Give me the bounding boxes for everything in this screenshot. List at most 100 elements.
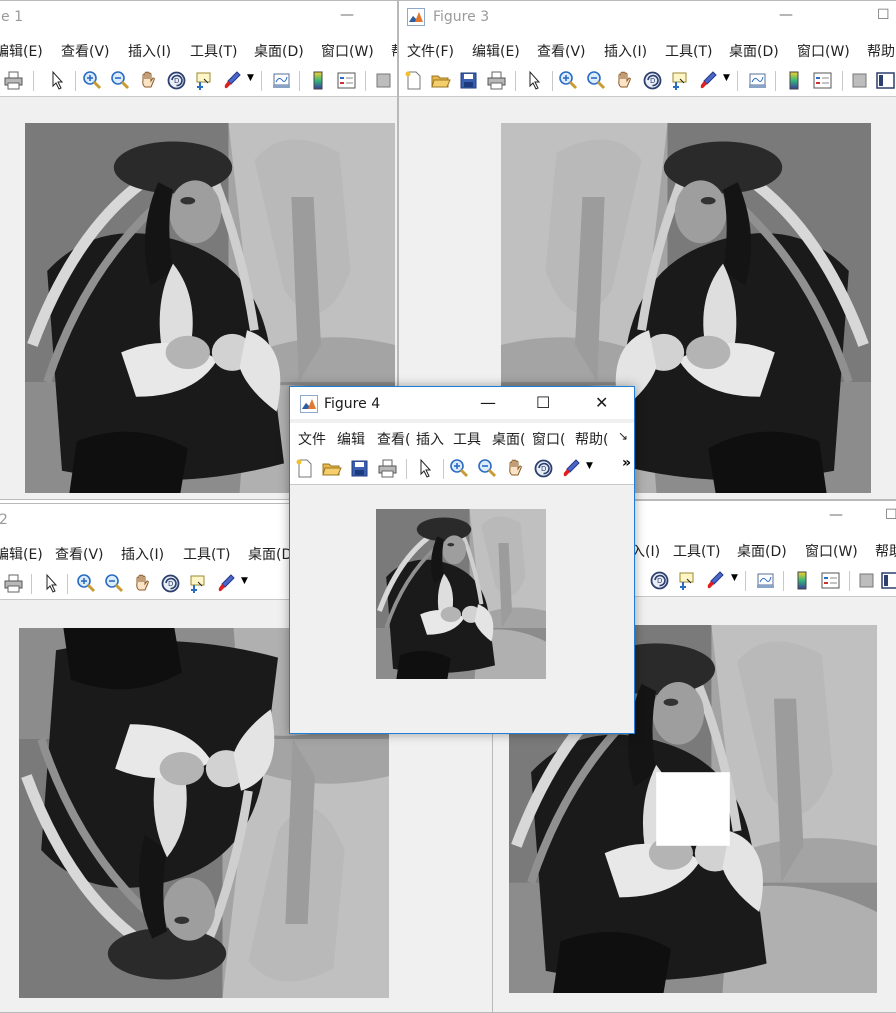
menu-file[interactable]: 文件(F) [407, 41, 454, 61]
open-icon[interactable] [430, 70, 451, 91]
brush-icon[interactable] [698, 70, 719, 91]
menu-view[interactable]: 查看( [377, 429, 410, 449]
menu-tools[interactable]: 工具 [453, 429, 481, 449]
zoom-out-icon[interactable] [477, 458, 498, 479]
save-icon[interactable] [458, 70, 479, 91]
menu-desktop[interactable]: 桌面( [492, 429, 525, 449]
brush-dropdown-icon[interactable]: ▼ [723, 73, 730, 83]
link-icon[interactable] [747, 70, 768, 91]
data-cursor-icon[interactable] [194, 70, 215, 91]
menu-window[interactable]: 窗口( [532, 429, 565, 449]
colorbar-icon[interactable] [792, 570, 813, 591]
maximize-button[interactable]: ☐ [877, 7, 890, 23]
print-icon[interactable] [377, 458, 398, 479]
print-icon[interactable] [486, 70, 507, 91]
pan-icon[interactable] [132, 573, 153, 594]
zoom-in-icon[interactable] [449, 458, 470, 479]
legend-icon[interactable] [820, 570, 841, 591]
zoom-out-icon[interactable] [104, 573, 125, 594]
pointer-icon[interactable] [47, 70, 68, 91]
menu-tools[interactable]: 工具(T) [190, 41, 237, 61]
zoom-out-icon[interactable] [110, 70, 131, 91]
minimize-button[interactable]: — [779, 7, 793, 23]
rotate-3d-icon[interactable] [649, 570, 670, 591]
print-icon[interactable] [3, 573, 24, 594]
hide-plot-tools-icon[interactable] [373, 70, 394, 91]
pointer-icon[interactable] [415, 458, 436, 479]
pointer-icon[interactable] [524, 70, 545, 91]
title-bar[interactable]: Figure 4 — ☐ ✕ [290, 387, 634, 419]
zoom-in-icon[interactable] [76, 573, 97, 594]
menu-edit[interactable]: 编辑(E) [0, 544, 43, 564]
menu-overflow-icon[interactable]: ↘ [618, 429, 628, 443]
menu-tools[interactable]: 工具(T) [665, 41, 712, 61]
menu-insert[interactable]: 插入 [416, 429, 444, 449]
menu-view[interactable]: 查看(V) [55, 544, 104, 564]
close-button[interactable]: ✕ [595, 393, 608, 412]
menu-file[interactable]: 文件 [298, 429, 326, 449]
open-icon[interactable] [321, 458, 342, 479]
menu-insert[interactable]: 插入(I) [128, 41, 171, 61]
data-cursor-icon[interactable] [677, 570, 698, 591]
rotate-3d-icon[interactable] [533, 458, 554, 479]
show-plot-tools-icon[interactable] [880, 570, 896, 591]
menu-help[interactable]: 帮助 [875, 541, 896, 561]
new-figure-icon[interactable] [294, 458, 315, 479]
rotate-3d-icon[interactable] [160, 573, 181, 594]
menu-view[interactable]: 查看(V) [537, 41, 586, 61]
brush-dropdown-icon[interactable]: ▼ [586, 461, 593, 471]
print-icon[interactable] [3, 70, 24, 91]
minimize-button[interactable]: — [340, 7, 354, 23]
maximize-button[interactable]: ☐ [885, 507, 896, 523]
menu-edit[interactable]: 编辑(E) [472, 41, 520, 61]
zoom-in-icon[interactable] [558, 70, 579, 91]
brush-dropdown-icon[interactable]: ▼ [731, 573, 738, 583]
menu-edit[interactable]: 编辑(E) [0, 41, 43, 61]
menu-window[interactable]: 窗口(W) [797, 41, 850, 61]
brush-icon[interactable] [561, 458, 582, 479]
brush-dropdown-icon[interactable]: ▼ [247, 73, 254, 83]
image-axes[interactable] [376, 509, 546, 679]
colorbar-icon[interactable] [308, 70, 329, 91]
title-bar[interactable]: e 1 — [0, 1, 397, 33]
data-cursor-icon[interactable] [670, 70, 691, 91]
menu-insert[interactable]: 插入(I) [121, 544, 164, 564]
menu-window[interactable]: 窗口(W) [805, 541, 858, 561]
show-plot-tools-icon[interactable] [875, 70, 896, 91]
toolbar-overflow-icon[interactable]: » [622, 455, 631, 471]
menu-help[interactable]: 帮助( [575, 429, 608, 449]
menu-tools[interactable]: 工具(T) [183, 544, 230, 564]
menu-view[interactable]: 查看(V) [61, 41, 110, 61]
menu-help[interactable]: 帮助 [867, 41, 895, 61]
menu-insert[interactable]: 插入(I) [604, 41, 647, 61]
minimize-button[interactable]: — [829, 507, 843, 523]
data-cursor-icon[interactable] [188, 573, 209, 594]
pan-icon[interactable] [138, 70, 159, 91]
menu-desktop[interactable]: 桌面(D [248, 544, 292, 564]
colorbar-icon[interactable] [784, 70, 805, 91]
menu-edit[interactable]: 编辑 [337, 429, 365, 449]
minimize-button[interactable]: — [480, 393, 496, 412]
menu-tools[interactable]: 工具(T) [673, 541, 720, 561]
hide-plot-tools-icon[interactable] [856, 570, 877, 591]
brush-icon[interactable] [705, 570, 726, 591]
hide-plot-tools-icon[interactable] [849, 70, 870, 91]
link-icon[interactable] [755, 570, 776, 591]
legend-icon[interactable] [336, 70, 357, 91]
brush-icon[interactable] [216, 573, 237, 594]
pan-icon[interactable] [614, 70, 635, 91]
maximize-button[interactable]: ☐ [536, 393, 550, 412]
menu-help[interactable]: 帮 [391, 41, 397, 61]
rotate-3d-icon[interactable] [166, 70, 187, 91]
menu-desktop[interactable]: 桌面(D) [737, 541, 787, 561]
new-figure-icon[interactable] [403, 70, 424, 91]
pointer-icon[interactable] [41, 573, 62, 594]
menu-insert[interactable]: 入(I) [631, 541, 660, 561]
menu-desktop[interactable]: 桌面(D) [254, 41, 304, 61]
link-icon[interactable] [271, 70, 292, 91]
legend-icon[interactable] [812, 70, 833, 91]
zoom-in-icon[interactable] [82, 70, 103, 91]
brush-icon[interactable] [222, 70, 243, 91]
pan-icon[interactable] [505, 458, 526, 479]
menu-window[interactable]: 窗口(W) [321, 41, 374, 61]
